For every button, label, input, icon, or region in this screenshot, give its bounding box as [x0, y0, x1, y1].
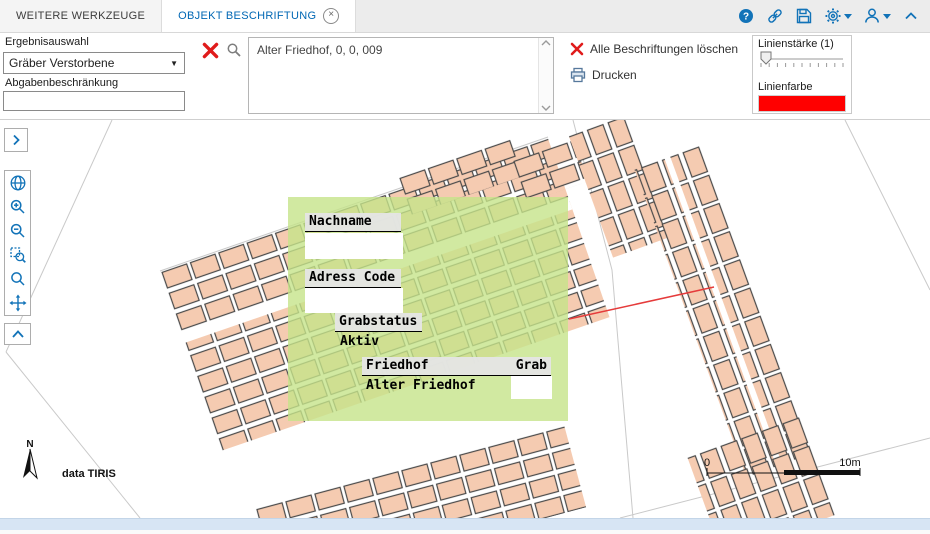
pan-button[interactable]	[5, 291, 30, 315]
scale-start-label: 0	[704, 457, 710, 469]
zoom-in-button[interactable]	[5, 195, 30, 219]
cemetery-grave-header: Friedhof Grab	[362, 357, 551, 376]
dropdown-value: Gräber Verstorbene	[4, 56, 164, 70]
dropdown-caret-icon: ▼	[164, 59, 184, 68]
chevron-up-icon	[902, 7, 920, 25]
close-tab-icon[interactable]: ×	[323, 8, 339, 24]
zoom-in-icon	[9, 198, 27, 216]
expand-sidebar-button[interactable]	[4, 128, 28, 152]
tab-label: WEITERE WERKZEUGE	[16, 10, 145, 22]
map-toolbar	[4, 170, 31, 316]
globe-icon	[9, 174, 27, 192]
annotation-overlay: Nachname Adress Code Grabstatus Aktiv Fr…	[288, 197, 568, 421]
printer-icon	[570, 67, 586, 83]
red-x-icon	[202, 42, 219, 59]
print-label: Drucken	[592, 68, 637, 82]
restriction-input[interactable]	[3, 91, 185, 111]
lastname-value-box	[305, 233, 403, 259]
result-select-label: Ergebnisauswahl	[5, 36, 89, 48]
cemetery-label: Friedhof	[366, 358, 429, 374]
magnifier-icon	[9, 270, 27, 288]
chevron-up-icon	[9, 327, 27, 341]
grave-status-label: Grabstatus	[335, 313, 422, 332]
zoom-out-icon	[9, 222, 27, 240]
header-icons: ?	[737, 0, 930, 32]
user-menu-button[interactable]	[863, 7, 891, 25]
link-icon	[766, 7, 784, 25]
zoom-window-button[interactable]	[5, 243, 30, 267]
line-style-box: Linienstärke (1) Linienfarbe	[752, 35, 852, 114]
result-select-dropdown[interactable]: Gräber Verstorbene ▼	[3, 52, 185, 74]
search-icon	[226, 42, 242, 58]
search-button[interactable]	[226, 42, 242, 58]
zoom-full-extent-button[interactable]	[5, 171, 30, 195]
line-width-label: Linienstärke (1)	[758, 38, 846, 50]
map-area: N data TIRIS 0 10m Nachname Adress Code …	[0, 120, 930, 518]
scroll-up-icon[interactable]	[541, 40, 551, 46]
share-link-button[interactable]	[766, 7, 784, 25]
scale-end-label: 10m	[839, 457, 860, 469]
delete-all-labels-button[interactable]: Alle Beschriftungen löschen	[570, 42, 738, 56]
caret-down-icon	[844, 14, 852, 19]
toolbar-panel: Ergebnisauswahl Gräber Verstorbene ▼ Abg…	[0, 33, 930, 120]
delete-all-label: Alle Beschriftungen löschen	[590, 42, 738, 56]
line-width-slider[interactable]	[758, 50, 846, 72]
caret-down-icon	[883, 14, 891, 19]
gear-icon	[824, 7, 842, 25]
line-color-label: Linienfarbe	[758, 81, 846, 93]
chevron-right-icon	[7, 131, 25, 149]
zoom-selection-button[interactable]	[5, 267, 30, 291]
selection-listbox[interactable]: Alter Friedhof, 0, 0, 009	[248, 37, 554, 114]
tab-label: OBJEKT BESCHRIFTUNG	[178, 10, 316, 22]
grave-label: Grab	[516, 358, 547, 374]
red-x-icon	[570, 42, 584, 56]
zoom-out-button[interactable]	[5, 219, 30, 243]
listbox-scrollbar[interactable]	[538, 38, 553, 113]
collapse-panel-button[interactable]	[902, 7, 920, 25]
scroll-down-icon[interactable]	[541, 105, 551, 111]
map-attribution: data TIRIS	[62, 468, 116, 480]
app-window: WEITERE WERKZEUGE OBJEKT BESCHRIFTUNG × …	[0, 0, 930, 534]
tab-objekt-beschriftung[interactable]: OBJEKT BESCHRIFTUNG ×	[162, 0, 356, 32]
lastname-label: Nachname	[305, 213, 401, 232]
save-icon	[795, 7, 813, 25]
line-color-swatch[interactable]	[758, 95, 846, 112]
selection-item[interactable]: Alter Friedhof, 0, 0, 009	[249, 38, 553, 62]
help-icon: ?	[737, 7, 755, 25]
address-code-label: Adress Code	[305, 269, 401, 288]
clear-selection-button[interactable]	[201, 41, 219, 59]
user-icon	[863, 7, 881, 25]
collapse-toolbar-button[interactable]	[4, 323, 31, 345]
slider-thumb[interactable]	[761, 52, 771, 64]
window-footer	[0, 530, 930, 534]
zoom-window-icon	[9, 246, 27, 264]
north-arrow: N	[23, 439, 37, 478]
grave-value-box	[511, 376, 552, 399]
tab-bar: WEITERE WERKZEUGE OBJEKT BESCHRIFTUNG × …	[0, 0, 930, 33]
help-button[interactable]: ?	[737, 7, 755, 25]
north-label: N	[26, 439, 33, 450]
settings-menu-button[interactable]	[824, 7, 852, 25]
svg-text:?: ?	[743, 12, 749, 23]
address-code-value-box	[305, 288, 403, 313]
restriction-label: Abgabenbeschränkung	[5, 77, 118, 89]
print-button[interactable]: Drucken	[570, 67, 637, 83]
cemetery-value: Alter Friedhof	[366, 378, 476, 393]
pan-arrows-icon	[9, 294, 27, 312]
tab-weitere-werkzeuge[interactable]: WEITERE WERKZEUGE	[0, 0, 162, 32]
save-button[interactable]	[795, 7, 813, 25]
horizontal-scrollbar[interactable]	[0, 518, 930, 530]
grave-status-value: Aktiv	[340, 334, 379, 349]
